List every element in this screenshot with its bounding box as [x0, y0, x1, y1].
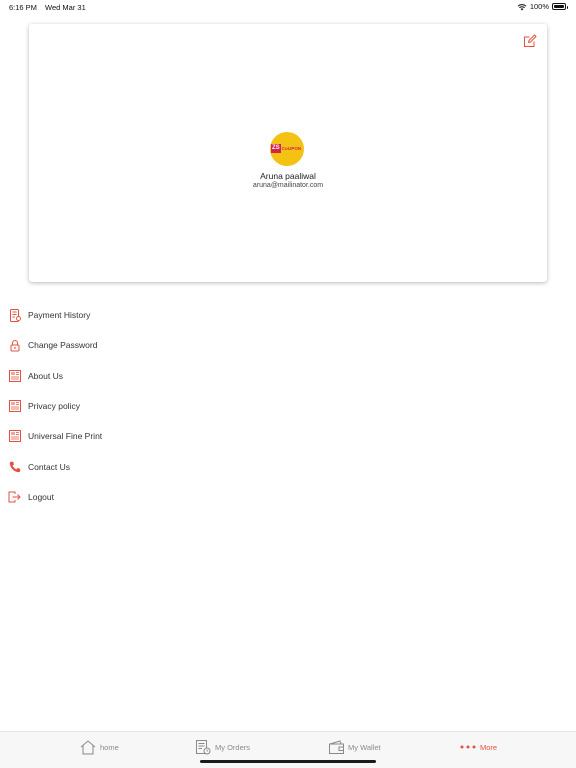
- menu-label: Logout: [28, 492, 54, 502]
- logo-badge: ZS: [271, 144, 281, 153]
- status-date: Wed Mar 31: [45, 3, 86, 12]
- battery-icon: [552, 3, 568, 10]
- profile-email: aruna@mailinator.com: [252, 182, 324, 189]
- coupon-logo: ZS CoUPON: [271, 144, 303, 153]
- menu-label: Payment History: [28, 310, 91, 320]
- status-time: 6:16 PM: [9, 3, 37, 12]
- document-icon: [8, 400, 21, 413]
- edit-icon: [524, 34, 537, 47]
- more-icon: [460, 745, 476, 749]
- menu-item-payment-history[interactable]: Payment History: [8, 305, 90, 325]
- tab-more[interactable]: More: [460, 738, 497, 756]
- logo-word: CoUPON: [281, 146, 302, 151]
- tab-label: My Orders: [215, 742, 251, 752]
- profile-name: Aruna paaliwal: [260, 171, 316, 181]
- menu-item-contact-us[interactable]: Contact Us: [8, 457, 70, 477]
- menu-item-logout[interactable]: Logout: [8, 487, 54, 507]
- tab-my-wallet[interactable]: My Wallet: [329, 738, 381, 756]
- menu-label: Change Password: [28, 340, 98, 350]
- status-bar: 6:16 PM Wed Mar 31 100%: [0, 0, 576, 14]
- tab-home[interactable]: home: [80, 738, 119, 756]
- lock-icon: [8, 339, 21, 352]
- menu-label: Privacy policy: [28, 401, 80, 411]
- orders-icon: [196, 739, 211, 754]
- logout-icon: [8, 491, 21, 504]
- status-left: 6:16 PM Wed Mar 31: [9, 3, 92, 12]
- menu-item-about-us[interactable]: About Us: [8, 366, 63, 386]
- menu-item-change-password[interactable]: Change Password: [8, 335, 97, 355]
- tab-label: More: [480, 742, 498, 752]
- document-icon: [8, 430, 21, 443]
- wifi-icon: [517, 3, 527, 10]
- status-right: 100%: [517, 2, 568, 11]
- tab-label: My Wallet: [348, 742, 381, 752]
- tab-my-orders[interactable]: My Orders: [196, 738, 250, 756]
- battery-percent: 100%: [529, 2, 549, 11]
- menu-label: Universal Fine Print: [28, 431, 103, 441]
- document-icon: [8, 370, 21, 383]
- menu-label: Contact Us: [28, 462, 71, 472]
- wallet-icon: [329, 740, 344, 754]
- receipt-icon: [8, 308, 21, 322]
- menu-item-privacy-policy[interactable]: Privacy policy: [8, 396, 80, 416]
- profile-card: ZS CoUPON Aruna paaliwal aruna@mailinato…: [29, 24, 547, 282]
- tab-label: home: [100, 742, 119, 752]
- phone-icon: [8, 461, 21, 474]
- home-icon: [80, 739, 96, 754]
- menu-label: About Us: [28, 371, 63, 381]
- avatar: ZS CoUPON: [270, 132, 304, 166]
- menu-item-universal-fine-print[interactable]: Universal Fine Print: [8, 426, 102, 446]
- edit-profile-button[interactable]: [523, 34, 537, 48]
- home-indicator: [200, 760, 376, 763]
